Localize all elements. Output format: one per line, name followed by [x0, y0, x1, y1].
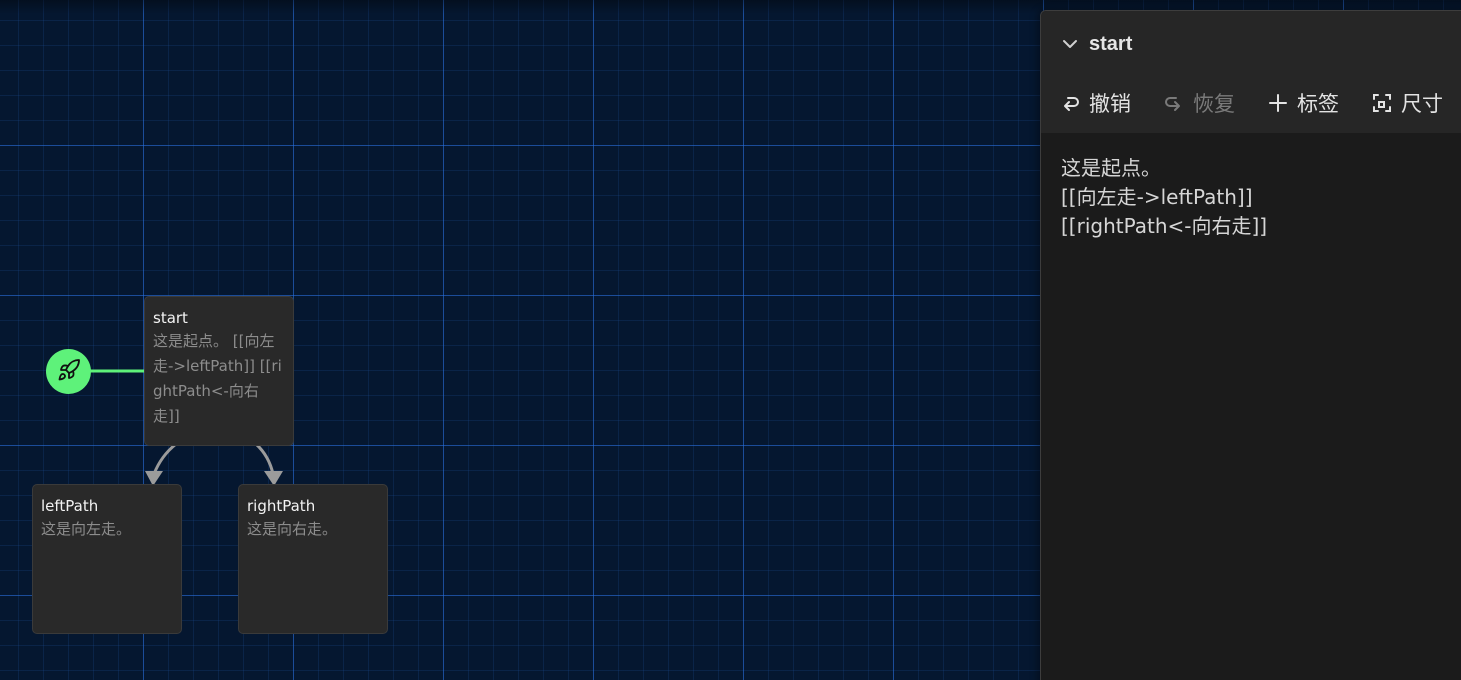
story-map-app: start 这是起点。 [[向左走->leftPath]] [[rightPat…	[0, 0, 1461, 680]
passage-name: start	[153, 309, 188, 327]
size-button[interactable]: 尺寸	[1371, 89, 1443, 117]
undo-label: 撤销	[1089, 92, 1131, 116]
size-label: 尺寸	[1401, 92, 1443, 116]
passage-name: leftPath	[41, 497, 99, 515]
passage-card-leftPath[interactable]: leftPath 这是向左走。	[32, 484, 182, 634]
passage-card-rightPath[interactable]: rightPath 这是向右走。	[238, 484, 388, 634]
editor-line: 这是起点。	[1061, 156, 1161, 180]
rocket-icon	[57, 358, 81, 386]
redo-button[interactable]: 恢复	[1163, 89, 1235, 117]
passage-card-start[interactable]: start 这是起点。 [[向左走->leftPath]] [[rightPat…	[144, 296, 294, 446]
tag-label: 标签	[1297, 92, 1339, 116]
link-arrow-to-rightPath	[254, 442, 275, 475]
redo-icon	[1163, 92, 1185, 114]
undo-button[interactable]: 撤销	[1059, 89, 1131, 117]
plus-icon	[1267, 92, 1289, 114]
undo-icon	[1059, 92, 1081, 114]
link-arrow-to-leftPath	[152, 442, 177, 475]
editor-line: [[rightPath<-向右走]]	[1061, 214, 1268, 238]
dialog-title: start	[1089, 32, 1133, 55]
passage-excerpt: 这是起点。 [[向左走->leftPath]] [[rightPath<-向右走…	[153, 332, 282, 425]
start-passage-marker[interactable]	[46, 349, 91, 394]
redo-label: 恢复	[1193, 92, 1235, 116]
editor-line: [[向左走->leftPath]]	[1061, 185, 1253, 209]
passage-text-editor[interactable]: 这是起点。 [[向左走->leftPath]] [[rightPath<-向右走…	[1061, 154, 1441, 241]
dialog-title-row: start	[1061, 31, 1132, 57]
chevron-down-icon[interactable]	[1061, 35, 1079, 53]
size-icon	[1371, 92, 1393, 114]
add-tag-button[interactable]: 标签	[1267, 89, 1339, 117]
passage-excerpt: 这是向右走。	[247, 520, 338, 538]
passage-edit-dialog: start 撤销 恢复 标签 尺寸 这是起点。 [[向左走->leftPath]…	[1040, 10, 1461, 680]
dialog-header: start 撤销 恢复 标签 尺寸	[1041, 11, 1461, 133]
passage-excerpt: 这是向左走。	[41, 520, 132, 538]
passage-name: rightPath	[247, 497, 316, 515]
dialog-toolbar: 撤销 恢复 标签 尺寸	[1059, 89, 1461, 117]
